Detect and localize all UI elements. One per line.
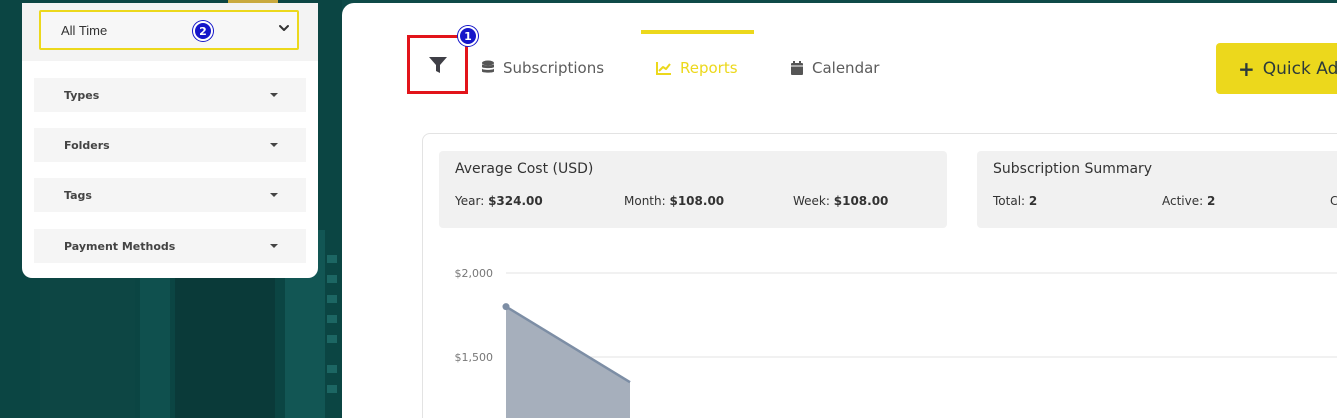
caret-down-icon — [270, 193, 278, 197]
average-cost-panel: Average Cost (USD) Year: $324.00 Month: … — [439, 151, 947, 228]
background-window — [327, 335, 337, 343]
tab-label: Calendar — [812, 59, 880, 77]
stat-total-label: Total: — [993, 194, 1026, 208]
caret-down-icon — [270, 143, 278, 147]
stat-year-label: Year: — [455, 194, 485, 208]
filter-panel: All Time 2 Types Folders Tags Payment Me… — [22, 3, 318, 278]
period-filter-area: All Time 2 — [22, 3, 318, 61]
background-window — [327, 275, 337, 283]
tab-reports[interactable]: Reports — [656, 56, 738, 80]
background-window — [327, 295, 337, 303]
stat-active-value: 2 — [1207, 194, 1216, 208]
background-building — [140, 255, 170, 418]
quick-add-button[interactable]: + Quick Ad — [1216, 43, 1337, 94]
tab-subscriptions[interactable]: Subscriptions — [481, 56, 604, 80]
step-badge-1: 1 — [458, 26, 478, 46]
tab-label: Subscriptions — [503, 59, 605, 77]
active-tab-indicator — [641, 30, 754, 34]
stat-month: Month: $108.00 — [624, 194, 724, 208]
stat-month-label: Month: — [624, 194, 666, 208]
stat-year: Year: $324.00 — [455, 194, 543, 208]
filter-section-tags[interactable]: Tags — [34, 178, 306, 212]
quick-add-label: Quick Ad — [1262, 58, 1337, 79]
caret-down-icon — [270, 244, 278, 248]
stat-active: Active: 2 — [1162, 194, 1215, 208]
stat-week-value: $108.00 — [833, 194, 889, 208]
background-window — [327, 255, 337, 263]
subscription-summary-panel: Subscription Summary Total: 2 Active: 2 … — [977, 151, 1337, 228]
stat-active-label: Active: — [1162, 194, 1204, 208]
period-select-value: All Time — [61, 22, 108, 38]
database-icon — [482, 60, 494, 73]
stat-truncated: C — [1330, 194, 1337, 208]
filter-toggle-button[interactable]: 1 — [407, 26, 478, 94]
stat-total: Total: 2 — [993, 194, 1037, 208]
stat-total-value: 2 — [1028, 194, 1038, 208]
filter-section-label: Payment Methods — [64, 239, 176, 253]
chevron-down-icon — [279, 25, 289, 31]
stat-week: Week: $108.00 — [793, 194, 888, 208]
filter-section-label: Folders — [64, 138, 110, 152]
caret-down-icon — [270, 93, 278, 97]
filter-icon — [428, 56, 447, 73]
background-building — [40, 270, 135, 418]
calendar-icon — [791, 61, 803, 75]
stat-month-value: $108.00 — [669, 194, 725, 208]
panel-title: Subscription Summary — [993, 161, 1153, 177]
background-window — [327, 315, 337, 323]
filter-section-types[interactable]: Types — [34, 78, 306, 112]
filter-section-payment-methods[interactable]: Payment Methods — [34, 229, 306, 263]
tab-label: Reports — [680, 59, 738, 77]
background-window — [327, 385, 337, 393]
period-select[interactable]: All Time 2 — [39, 10, 299, 50]
background-window — [327, 365, 337, 373]
filter-section-label: Types — [64, 88, 100, 102]
panel-title: Average Cost (USD) — [455, 161, 594, 177]
plus-icon: + — [1238, 56, 1255, 81]
y-tick-label: $2,000 — [454, 267, 494, 280]
stat-week-label: Week: — [793, 194, 830, 208]
filter-section-folders[interactable]: Folders — [34, 128, 306, 162]
step-badge-2: 2 — [193, 21, 213, 41]
chart-line-icon — [656, 62, 671, 75]
tab-calendar[interactable]: Calendar — [790, 56, 879, 80]
y-tick-label: $1,500 — [454, 351, 494, 364]
stat-year-value: $324.00 — [488, 194, 543, 208]
filter-section-label: Tags — [64, 188, 92, 202]
